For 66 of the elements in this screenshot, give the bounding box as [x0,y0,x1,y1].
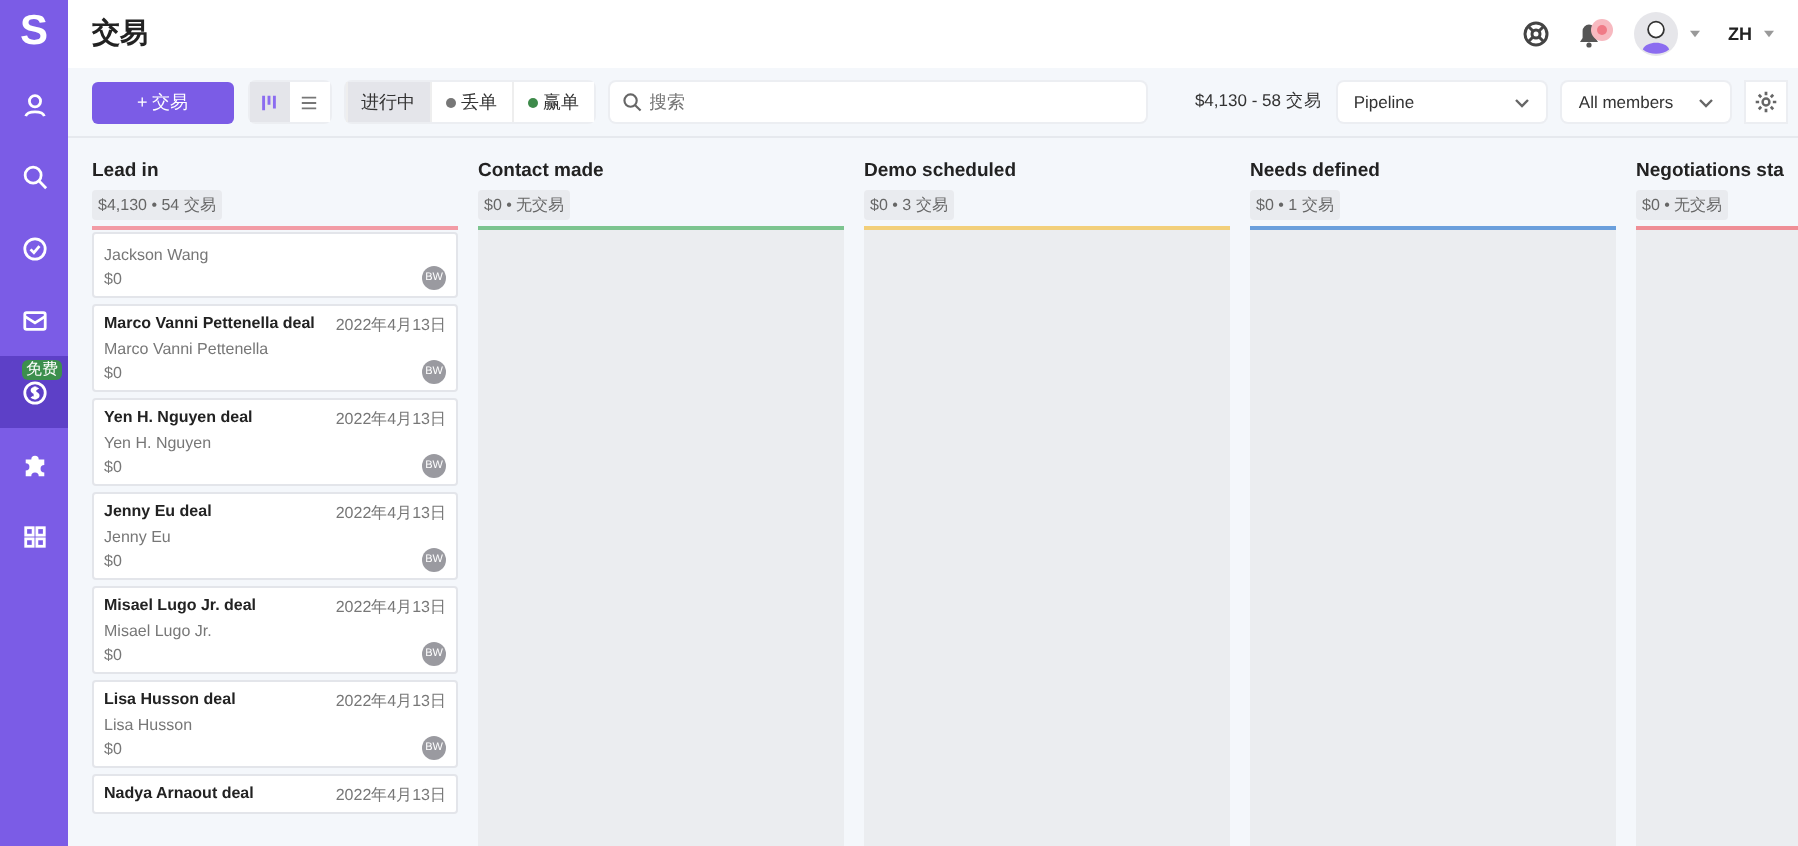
deal-date: 2022年4月13日 [335,502,446,524]
sidebar-item[interactable]: 免费 [0,356,68,428]
stage-name: Negotiations sta [1636,160,1786,186]
user-avatar-icon[interactable] [1634,12,1678,56]
status-filter-tab[interactable]: 赢单 [511,82,594,122]
deal-value: $0 [104,269,122,287]
deal-title: Jenny Eu deal [104,502,212,524]
free-badge: 免费 [22,360,62,380]
board-view-button[interactable] [249,82,290,122]
settings-button[interactable] [1746,82,1786,122]
deal-person: Jenny Eu [104,528,173,546]
deal-date: 2022年4月13日 [335,314,446,336]
puzzle-icon [21,451,47,477]
stage-name: Demo scheduled [864,160,1019,186]
person-icon [21,91,47,117]
status-filter-tab[interactable]: 进行中 [345,82,430,122]
page-title: 交易 [92,16,148,52]
stage-summary: $4,130 • 54 交易 [92,190,222,220]
stage-name: Lead in [92,160,161,186]
deal-title: Yen H. Nguyen deal [104,408,253,430]
caret-icon[interactable] [1764,30,1774,38]
list-icon [300,93,319,111]
deal-date: 2022年4月13日 [335,690,446,712]
search-field[interactable]: 搜索 [609,82,1147,122]
mail-icon [21,307,47,333]
check-circle-icon [21,235,47,261]
dollar-icon [21,379,47,405]
deal-person: Marco Vanni Pettenella [104,340,271,358]
deal-title: Nadya Arnaout deal [104,784,254,806]
caret-icon[interactable] [1690,30,1700,38]
deal-value: $0 [104,551,122,569]
deal-date: 2022年4月13日 [335,784,446,806]
deal-date: 2022年4月13日 [335,408,446,430]
search-icon [21,163,47,189]
stage-name: Needs defined [1250,160,1382,186]
chevron-down-icon [1514,97,1531,107]
deal-date: 2022年4月13日 [335,596,446,618]
deal-person: Jackson Wang [104,246,211,264]
deal-title: Marco Vanni Pettenella deal [104,314,315,336]
stage-name: Contact made [478,160,606,186]
members-dropdown[interactable]: All members [1562,82,1731,122]
deal-value: $0 [104,645,122,663]
stage-summary: $0 • 无交易 [1636,190,1729,220]
settings-icon [1754,90,1779,114]
deal-person: Lisa Husson [104,716,195,734]
deal-person: Yen H. Nguyen [104,434,214,452]
deal-value: $0 [104,457,122,475]
stage-summary: $0 • 3 交易 [864,190,954,220]
app-logo[interactable]: S [0,0,68,68]
deal-title: Lisa Husson deal [104,690,236,712]
stage-summary: $0 • 1 交易 [1250,190,1340,220]
deal-title: Misael Lugo Jr. deal [104,596,257,618]
deals-summary: $4,130 - 58 交易 [1194,90,1322,114]
columns-icon [260,93,279,111]
pipeline-dropdown[interactable]: Pipeline [1337,82,1547,122]
add-deal-button[interactable]: + 交易 [92,81,234,123]
notification-bell-icon[interactable] [1574,18,1614,50]
deal-card[interactable]: Nadya Arnaout deal 2022年4月13日 [92,774,458,814]
deal-value: $0 [104,739,122,757]
deal-person: Misael Lugo Jr. [104,622,214,640]
language-menu[interactable]: ZH [1728,24,1752,44]
chevron-down-icon [1698,97,1715,107]
deal-value: $0 [104,363,122,381]
help-icon[interactable] [1522,20,1550,48]
stage-summary: $0 • 无交易 [478,190,571,220]
apps-grid-icon [21,523,47,549]
